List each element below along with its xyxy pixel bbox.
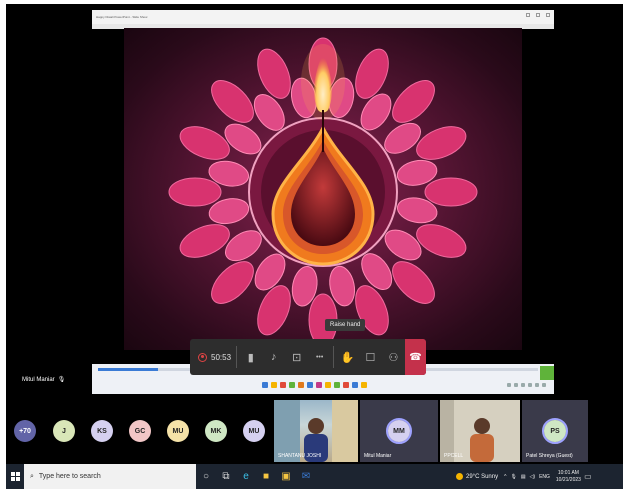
participants-button[interactable]: ⚇	[382, 339, 405, 375]
participant-tile[interactable]: GC	[122, 400, 158, 462]
recording-timer: 50:53	[190, 352, 234, 362]
cortana-button[interactable]: ○	[196, 464, 216, 489]
search-icon: ⌕	[30, 472, 34, 480]
presenter-name: Mitul Maniar	[22, 376, 55, 383]
avatar: PS	[544, 420, 566, 442]
camera-off-icon: ▮	[247, 351, 254, 364]
participant-tile[interactable]: MM Mitul Maniar	[360, 400, 438, 462]
shared-window-controls	[526, 13, 550, 17]
avatar: GC	[129, 420, 151, 442]
system-tray: ^ 🎙 ▤ ◁) ENG	[504, 474, 550, 480]
file-explorer-button[interactable]: ■	[256, 464, 276, 489]
raise-hand-tooltip: Raise hand	[325, 319, 366, 331]
overflow-count: +70	[14, 420, 36, 442]
speaking-ring: PS	[542, 418, 568, 444]
mail-icon: ✉	[301, 471, 311, 482]
language-indicator[interactable]: ENG	[539, 474, 550, 480]
participants-icon: ⚇	[388, 351, 399, 364]
speaking-ring: MM	[386, 418, 412, 444]
avatar: MU	[243, 420, 265, 442]
meeting-control-bar: 50:53 ▮ ♪ ⊡ ••• ✋ ☐ ⚇ ☎	[190, 339, 426, 375]
notification-icon: ▭	[584, 472, 592, 481]
weather-text: 29°C Sunny	[466, 473, 499, 480]
windows-logo-icon	[10, 472, 20, 481]
meeting-timer: 50:53	[211, 352, 232, 362]
participant-name: Patel Shreya (Guest)	[526, 453, 573, 459]
participant-tile[interactable]: MU	[236, 400, 272, 462]
participant-tile[interactable]: J	[46, 400, 82, 462]
edge-button[interactable]: e	[236, 464, 256, 489]
chevron-up-icon[interactable]: ^	[504, 474, 506, 480]
edge-icon: e	[243, 471, 249, 482]
taskbar-search[interactable]: ⌕ Type here to search	[24, 464, 196, 489]
more-options-icon: •••	[315, 353, 324, 361]
mail-button[interactable]: ✉	[296, 464, 316, 489]
diya-mandala-illustration	[168, 37, 478, 347]
recording-icon	[198, 352, 207, 362]
avatar: MU	[167, 420, 189, 442]
avatar: MK	[205, 420, 227, 442]
clock-date: 10/21/2023	[555, 476, 581, 483]
chat-icon: ☐	[365, 351, 376, 364]
notification-button[interactable]: ▭	[581, 464, 595, 489]
raise-hand-button[interactable]: ✋	[336, 339, 359, 375]
participant-name: Mitul Maniar	[364, 453, 392, 459]
participant-tile[interactable]: MK	[198, 400, 234, 462]
mic-muted-icon: 🎙	[57, 377, 66, 383]
participant-video-tile[interactable]: SHANTANU JOSHI	[274, 400, 358, 462]
windows-taskbar: ⌕ Type here to search ○ ⧉ e ■ ▣ ✉ 29°C S…	[6, 464, 623, 489]
camera-button[interactable]: ▮	[239, 339, 262, 375]
mic-off-icon: ♪	[270, 351, 277, 363]
network-icon[interactable]: ▤	[521, 474, 526, 480]
more-button[interactable]: •••	[308, 339, 331, 375]
start-button[interactable]	[6, 464, 24, 489]
participant-video-tile[interactable]: PPCELL	[440, 400, 520, 462]
store-icon: ▣	[281, 471, 291, 482]
participant-strip: +70 J KS GC MU MK MU SHANTANU JOSHI MM M…	[6, 399, 623, 463]
cortana-icon: ○	[202, 471, 210, 482]
clock[interactable]: 10:01 AM 10/21/2023	[556, 470, 581, 484]
participant-name: PPCELL	[444, 453, 464, 459]
clock-time: 10:01 AM	[557, 469, 579, 476]
hang-up-icon: ☎	[409, 351, 422, 363]
chat-button[interactable]: ☐	[359, 339, 382, 375]
leave-button[interactable]: ☎	[404, 339, 426, 375]
participant-tile[interactable]: KS	[84, 400, 120, 462]
share-button[interactable]: ⊡	[285, 339, 308, 375]
sun-icon	[456, 473, 463, 480]
avatar: MM	[388, 420, 410, 442]
store-button[interactable]: ▣	[276, 464, 296, 489]
shared-slide	[124, 28, 522, 350]
task-view-button[interactable]: ⧉	[216, 464, 236, 489]
volume-icon[interactable]: ◁)	[530, 474, 536, 480]
search-placeholder: Type here to search	[38, 473, 101, 480]
share-screen-icon: ⊡	[292, 351, 302, 364]
participant-tile[interactable]: PS Patel Shreya (Guest)	[522, 400, 588, 462]
avatar: J	[53, 420, 75, 442]
task-view-icon: ⧉	[222, 471, 230, 482]
weather-widget[interactable]: 29°C Sunny	[456, 473, 498, 480]
avatar: KS	[91, 420, 113, 442]
mic-button[interactable]: ♪	[262, 339, 285, 375]
folder-icon: ■	[262, 471, 270, 482]
presenter-label: Mitul Maniar 🎙	[22, 376, 66, 384]
shared-window-title: Happy Diwali PowerPoint - Slide Show	[96, 15, 148, 19]
participant-name: SHANTANU JOSHI	[278, 453, 322, 459]
shared-window-titlebar: Happy Diwali PowerPoint - Slide Show	[92, 10, 554, 24]
mic-tray-icon[interactable]: 🎙	[510, 474, 516, 480]
raise-hand-icon: ✋	[340, 351, 355, 364]
overflow-tile[interactable]: +70	[6, 400, 44, 462]
participant-tile[interactable]: MU	[160, 400, 196, 462]
screen: Happy Diwali PowerPoint - Slide Show Rai…	[6, 4, 623, 489]
